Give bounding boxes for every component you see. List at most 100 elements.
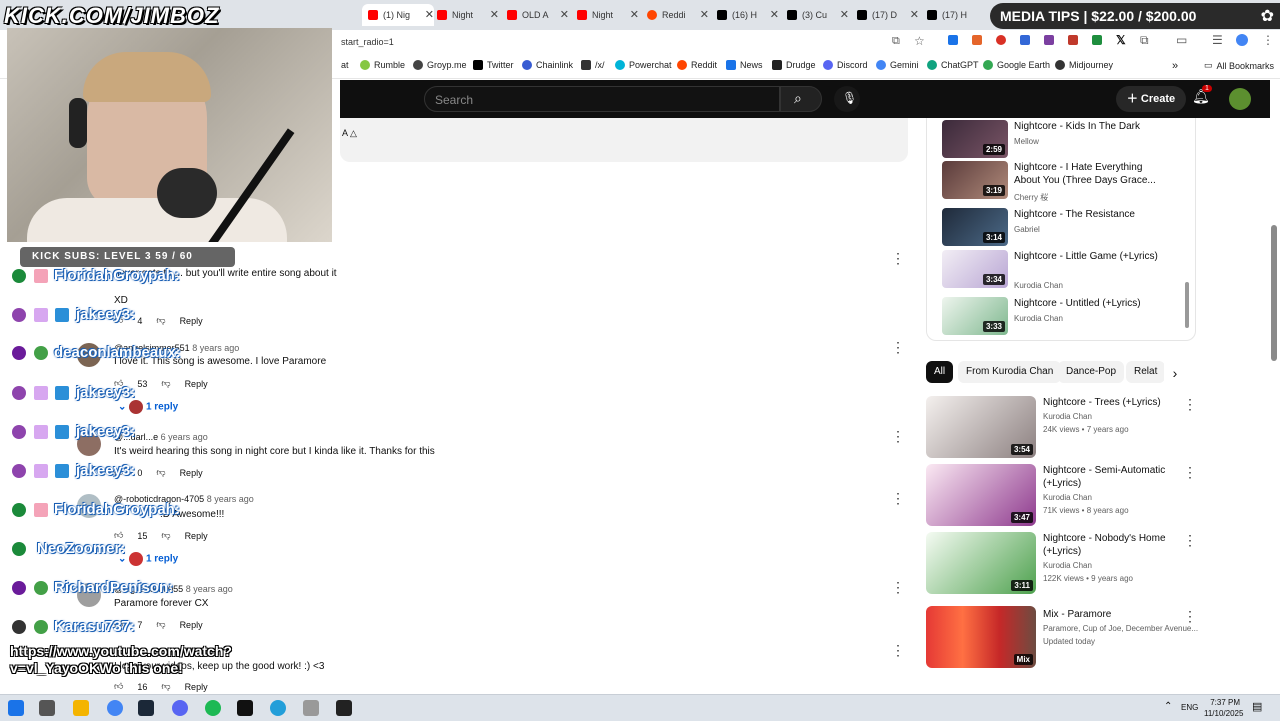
close-tab-icon[interactable]: ✕ xyxy=(910,8,919,21)
all-bookmarks-button[interactable]: ▭ All Bookmarks xyxy=(1204,60,1274,71)
notifications-button[interactable]: 🔔︎ 1 xyxy=(1192,85,1212,108)
close-tab-icon[interactable]: ✕ xyxy=(630,8,639,21)
chevron-right-icon[interactable]: › xyxy=(1164,362,1186,384)
bookmarks-overflow-icon[interactable]: » xyxy=(1172,60,1178,72)
more-options-icon[interactable]: ⋮ xyxy=(1262,33,1274,47)
close-tab-icon[interactable]: ✕ xyxy=(700,8,709,21)
chip-dance-pop[interactable]: Dance-Pop xyxy=(1058,361,1125,383)
extension-icon[interactable] xyxy=(948,35,958,45)
bookmark-item[interactable]: Chainlink xyxy=(522,60,573,70)
playlist-item[interactable]: 3:19 Nightcore - I Hate Everything About… xyxy=(942,161,1182,203)
voice-search-button[interactable]: 🎙 xyxy=(834,86,860,112)
install-icon[interactable]: ⧉ xyxy=(892,35,900,48)
task-view-icon[interactable] xyxy=(39,700,55,716)
bookmark-item[interactable]: Discord xyxy=(823,60,868,70)
comment-menu-icon[interactable]: ⋮ xyxy=(891,339,905,356)
bookmark-item[interactable]: Groyp.me xyxy=(413,60,467,70)
bookmark-item[interactable]: Google Earth xyxy=(983,60,1050,70)
browser-tab[interactable]: (16) H ✕ xyxy=(717,4,779,26)
bookmark-item[interactable]: Powerchat xyxy=(615,60,672,70)
video-thumbnail: Mix xyxy=(926,606,1036,668)
file-explorer-icon[interactable] xyxy=(73,700,89,716)
search-button[interactable]: ⌕ xyxy=(780,86,822,112)
x-icon[interactable]: 𝕏 xyxy=(1116,33,1126,47)
playlist-scrollbar[interactable] xyxy=(1185,282,1189,328)
create-button[interactable]: ＋ Create xyxy=(1116,86,1186,112)
bookmark-star-icon[interactable]: ☆ xyxy=(914,34,925,48)
close-tab-icon[interactable]: ✕ xyxy=(425,8,434,21)
dislike-icon[interactable]: 👎︎ xyxy=(161,681,170,692)
obs-icon[interactable] xyxy=(336,700,352,716)
bookmark-item[interactable]: at xyxy=(341,60,349,70)
extension-icon[interactable] xyxy=(996,35,1006,45)
profile-avatar[interactable] xyxy=(1236,34,1248,46)
discord-icon[interactable] xyxy=(172,700,188,716)
browser-tab[interactable]: OLD A ✕ xyxy=(507,4,569,26)
close-tab-icon[interactable]: ✕ xyxy=(840,8,849,21)
browser-tab[interactable]: Reddi ✕ xyxy=(647,4,709,26)
playlist-item[interactable]: 3:33 Nightcore - Untitled (+Lyrics) Kuro… xyxy=(942,297,1182,339)
browser-tab[interactable]: (3) Cu ✕ xyxy=(787,4,849,26)
account-avatar[interactable] xyxy=(1229,88,1251,110)
browser-tab[interactable]: Night ✕ xyxy=(577,4,639,26)
reply-button[interactable]: Reply xyxy=(185,682,208,692)
telegram-icon[interactable] xyxy=(270,700,286,716)
close-tab-icon[interactable]: ✕ xyxy=(560,8,569,21)
clock[interactable]: 7:37 PM 11/10/2025 xyxy=(1204,697,1243,719)
start-icon[interactable] xyxy=(8,700,24,716)
extension-icon[interactable] xyxy=(1068,35,1078,45)
spotify-icon[interactable] xyxy=(205,700,221,716)
comment-menu-icon[interactable]: ⋮ xyxy=(891,490,905,507)
bookmark-item[interactable]: News xyxy=(726,60,763,70)
page-scrollbar[interactable] xyxy=(1271,225,1277,361)
video-menu-icon[interactable]: ⋮ xyxy=(1183,396,1197,413)
extension-icon[interactable] xyxy=(1044,35,1054,45)
bookmark-item[interactable]: Reddit xyxy=(677,60,717,70)
extension-icon[interactable] xyxy=(1092,35,1102,45)
playlist-item[interactable]: 3:34 Nightcore - Little Game (+Lyrics) K… xyxy=(942,250,1182,292)
close-tab-icon[interactable]: ✕ xyxy=(490,8,499,21)
video-menu-icon[interactable]: ⋮ xyxy=(1183,608,1197,625)
playlist-item[interactable]: 3:14 Nightcore - The Resistance Gabriel xyxy=(942,208,1182,250)
bookmark-item[interactable]: Drudge xyxy=(772,60,816,70)
notification-center-icon[interactable]: ▤ xyxy=(1252,700,1262,713)
like-icon[interactable]: 👍︎ xyxy=(114,681,123,692)
language-indicator[interactable]: ENG xyxy=(1181,703,1198,712)
chat-username: jakeey3: xyxy=(76,462,136,479)
search-input[interactable]: Search xyxy=(424,86,780,112)
video-menu-icon[interactable]: ⋮ xyxy=(1183,532,1197,549)
comment-menu-icon[interactable]: ⋮ xyxy=(891,642,905,659)
browser-tab[interactable]: (17) H xyxy=(927,4,987,26)
bookmark-item[interactable]: Midjourney xyxy=(1055,60,1113,70)
chip-from-channel[interactable]: From Kurodia Chan xyxy=(958,361,1062,383)
chip-all[interactable]: All xyxy=(926,361,954,383)
tab-search-icon[interactable]: ▭ xyxy=(1176,33,1187,47)
comment-menu-icon[interactable]: ⋮ xyxy=(891,428,905,445)
close-tab-icon[interactable]: ✕ xyxy=(770,8,779,21)
bookmark-item[interactable]: Gemini xyxy=(876,60,919,70)
bookmark-item[interactable]: Twitter xyxy=(473,60,514,70)
extension-icon[interactable] xyxy=(1020,35,1030,45)
menu-icon[interactable]: ☰ xyxy=(1212,33,1223,47)
browser-tab[interactable]: (17) D ✕ xyxy=(857,4,919,26)
address-input[interactable]: start_radio=1 xyxy=(341,37,394,47)
extensions-puzzle-icon[interactable]: ⧉ xyxy=(1140,33,1149,48)
bookmark-item[interactable]: Rumble xyxy=(360,60,405,70)
chrome-icon[interactable] xyxy=(107,700,123,716)
chip-related[interactable]: Relat xyxy=(1126,361,1166,383)
video-menu-icon[interactable]: ⋮ xyxy=(1183,464,1197,481)
browser-tab[interactable]: (1) Nig ✕ xyxy=(362,4,434,26)
comment-menu-icon[interactable]: ⋮ xyxy=(891,579,905,596)
steam-icon[interactable] xyxy=(138,700,154,716)
extension-icon[interactable] xyxy=(972,35,982,45)
bookmark-item[interactable]: ChatGPT xyxy=(927,60,979,70)
webcam-overlay xyxy=(7,28,332,242)
tray-chevron-icon[interactable]: ⌃ xyxy=(1164,701,1172,712)
terminal-icon[interactable] xyxy=(237,700,253,716)
browser-tab[interactable]: Night ✕ xyxy=(437,4,499,26)
comment-menu-icon[interactable]: ⋮ xyxy=(891,250,905,267)
playlist-item[interactable]: 2:59 Nightcore - Kids In The Dark Mellow xyxy=(942,120,1182,162)
app-icon[interactable] xyxy=(303,700,319,716)
powerchat-icon xyxy=(615,60,625,70)
bookmark-item[interactable]: /x/ xyxy=(581,60,605,70)
